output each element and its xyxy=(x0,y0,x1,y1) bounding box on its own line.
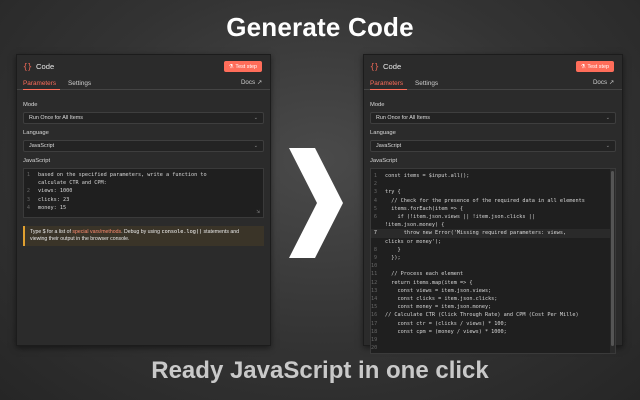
external-link-icon: ↗ xyxy=(256,79,262,86)
test-step-button[interactable]: ⚗ Test step xyxy=(223,61,262,72)
flask-icon: ⚗ xyxy=(228,63,234,70)
code-node-panel-after: {} Code ⚗ Test step Parameters Settings … xyxy=(363,54,623,354)
language-label: Language xyxy=(23,130,49,136)
code-line: calculate CTR and CPM: xyxy=(38,180,107,187)
special-vars-link[interactable]: special vars/methods xyxy=(72,229,121,235)
chevron-right-icon xyxy=(289,148,343,258)
code-line: 14 const clicks = item.json.clicks; xyxy=(371,296,498,303)
language-select[interactable]: JavaScript ⌄ xyxy=(370,140,616,152)
code-line: 13 const views = item.json.views; xyxy=(371,287,492,294)
code-line: 3 clicks: 23 xyxy=(26,196,70,203)
code-line: 20 xyxy=(371,345,378,352)
language-select[interactable]: JavaScript ⌄ xyxy=(23,140,264,152)
code-editor[interactable]: 1 const items = $input.all(); 2 3 try {4 // … xyxy=(370,168,616,354)
code-line: 15 const money = item.json.money; xyxy=(371,304,492,311)
code-line: 8 } xyxy=(373,246,401,253)
code-node-icon: {} xyxy=(23,61,33,71)
hint-notice: Type $ for a list of special vars/method… xyxy=(23,226,264,246)
tab-bar: Parameters Settings Docs ↗ xyxy=(17,77,270,90)
code-node-icon: {} xyxy=(370,61,380,71)
code-line: 12 return items.map(item => { xyxy=(371,279,473,286)
code-editor[interactable]: 1 based on the specified parameters, writ… xyxy=(23,168,264,218)
code-line: 10 xyxy=(371,263,378,270)
javascript-label: JavaScript xyxy=(370,158,398,164)
code-line: 11 // Process each element xyxy=(371,271,464,278)
docs-link[interactable]: Docs ↗ xyxy=(241,79,262,86)
chevron-down-icon: ⌄ xyxy=(605,115,610,121)
panel-header: {} Code ⚗ Test step xyxy=(364,55,622,77)
chevron-down-icon: ⌄ xyxy=(605,143,610,149)
mode-select[interactable]: Run Once for All Items ⌄ xyxy=(370,112,616,124)
code-line: !item.json.money) { xyxy=(385,222,445,229)
language-label: Language xyxy=(370,130,396,136)
headline-title: Generate Code xyxy=(226,12,414,42)
code-line: 2 views: 1000 xyxy=(26,188,73,195)
code-line: 1 const items = $input.all(); xyxy=(373,173,470,179)
code-line: 19 xyxy=(371,337,378,344)
panel-title: Code xyxy=(36,61,55,71)
tab-bar: Parameters Settings Docs ↗ xyxy=(364,77,622,90)
docs-link[interactable]: Docs ↗ xyxy=(593,79,614,86)
code-line: 2 xyxy=(373,181,377,188)
mode-select[interactable]: Run Once for All Items ⌄ xyxy=(23,112,264,124)
code-line: 1 based on the specified parameters, writ… xyxy=(26,172,207,178)
chevron-down-icon: ⌄ xyxy=(253,143,258,149)
code-line: 3 try { xyxy=(373,189,401,196)
tab-settings[interactable]: Settings xyxy=(415,80,442,89)
code-line: 18 const cpm = (money / views) * 1000; xyxy=(371,328,507,335)
flask-icon: ⚗ xyxy=(580,63,586,70)
code-line: 16// Calculate CTR (Click Through Rate) … xyxy=(371,312,579,319)
tab-settings[interactable]: Settings xyxy=(68,80,95,89)
code-line: 17 const ctr = (clicks / views) * 100; xyxy=(371,320,507,327)
javascript-label: JavaScript xyxy=(23,158,51,164)
headline-subtitle: Ready JavaScript in one click xyxy=(151,357,489,384)
mode-label: Mode xyxy=(370,102,385,108)
code-node-panel-before: {} Code ⚗ Test step Parameters Settings … xyxy=(16,54,271,346)
scrollbar[interactable] xyxy=(610,169,615,353)
chevron-down-icon: ⌄ xyxy=(253,115,258,121)
tab-parameters[interactable]: Parameters xyxy=(23,80,61,90)
tab-parameters[interactable]: Parameters xyxy=(370,80,408,90)
mode-label: Mode xyxy=(23,102,38,108)
code-line: 9 }); xyxy=(373,255,401,262)
code-line: 7 throw new Error('Missing required para… xyxy=(371,229,615,238)
code-line: clicks or money'); xyxy=(385,238,442,245)
code-line: 4 // Check for the presence of the requi… xyxy=(373,197,585,204)
external-link-icon: ↗ xyxy=(608,79,614,86)
panel-title: Code xyxy=(383,61,402,71)
code-line: 4 money: 15 xyxy=(26,204,67,211)
panel-header: {} Code ⚗ Test step xyxy=(17,55,270,77)
code-line: 6 if (!item.json.views || !item.json.cli… xyxy=(373,214,535,221)
resize-handle-icon[interactable]: ⇲ xyxy=(256,208,260,215)
test-step-button[interactable]: ⚗ Test step xyxy=(575,61,614,72)
code-line: 5 items.forEach(item => { xyxy=(373,205,464,212)
